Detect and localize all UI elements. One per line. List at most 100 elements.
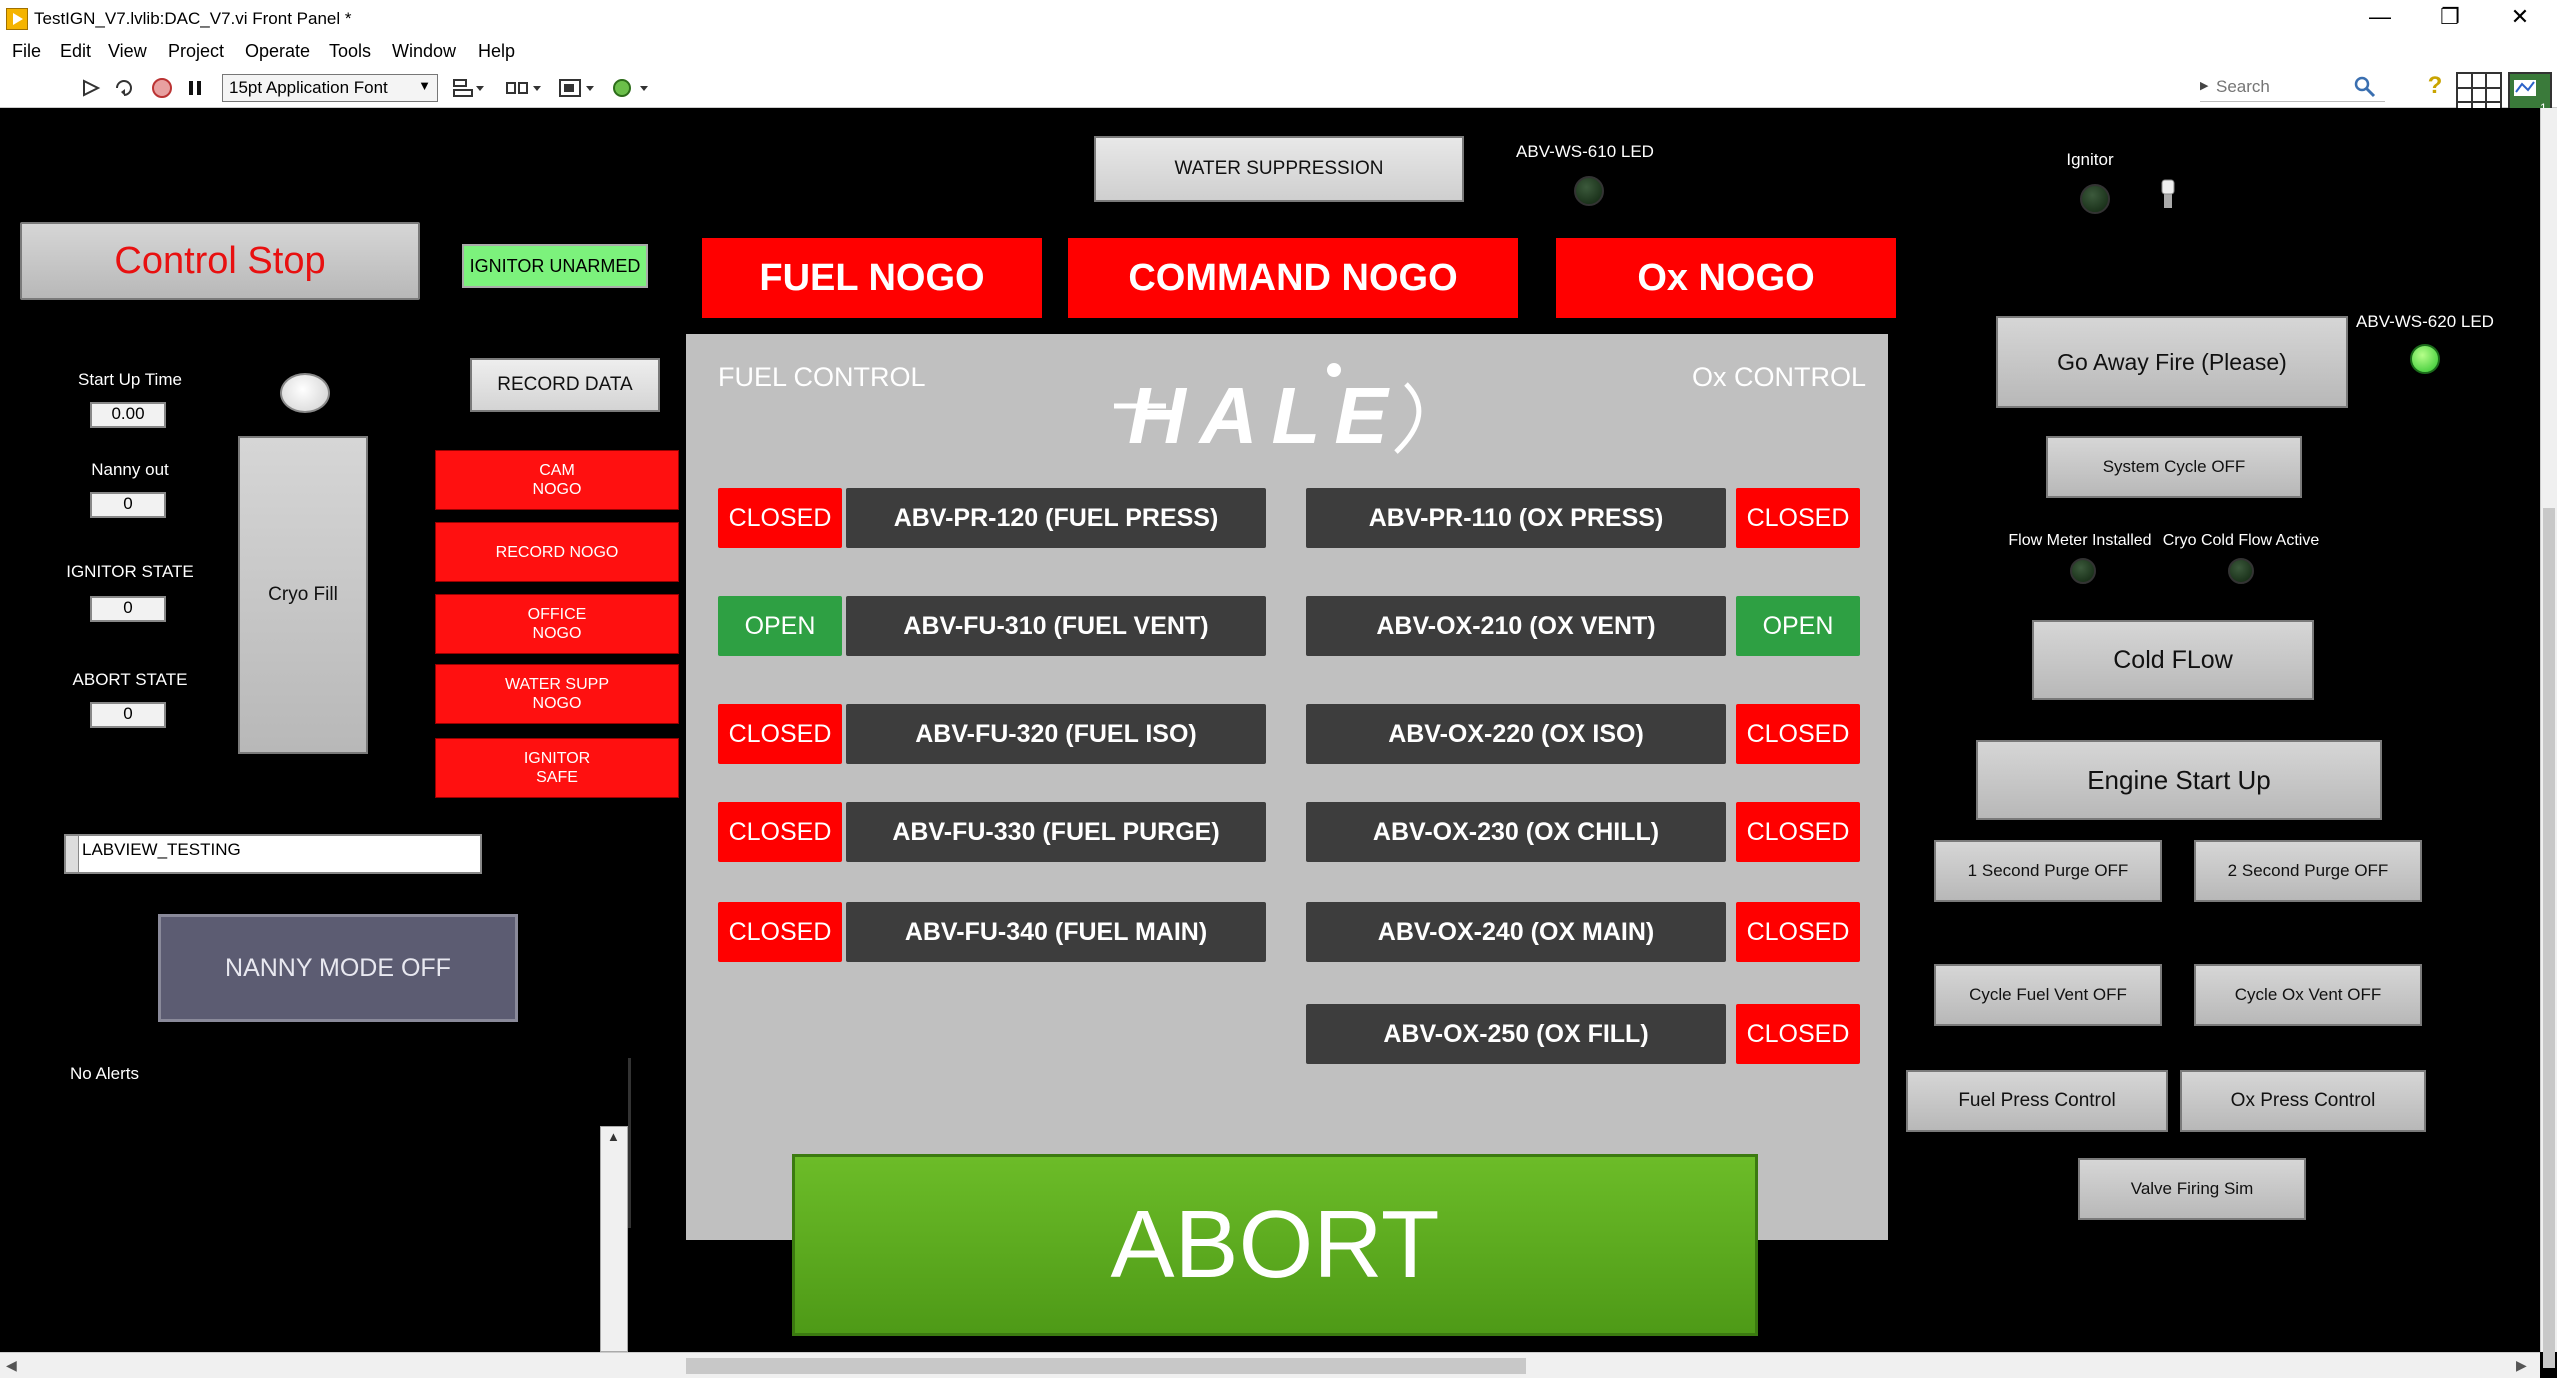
ox-press-valve-button[interactable]: ABV-PR-110 (OX PRESS) xyxy=(1306,488,1726,548)
water-supp-nogo-line1: WATER SUPP xyxy=(504,676,609,693)
restore-button[interactable]: ❐ xyxy=(2425,4,2475,30)
context-help-icon[interactable]: ? xyxy=(2424,72,2446,100)
bottom-scrollbar[interactable]: ◀ ▶ xyxy=(0,1352,2540,1378)
valve-control-panel: FUEL CONTROL Ox CONTROL HALE CLOSED ABV-… xyxy=(686,334,1888,1240)
ignitor-label: Ignitor xyxy=(2066,150,2114,169)
ox-fill-status: CLOSED xyxy=(1736,1004,1860,1064)
fuel-press-status: CLOSED xyxy=(718,488,842,548)
close-button[interactable]: ✕ xyxy=(2495,4,2545,30)
ox-vent-valve-button[interactable]: ABV-OX-210 (OX VENT) xyxy=(1306,596,1726,656)
fuel-iso-valve-button[interactable]: ABV-FU-320 (FUEL ISO) xyxy=(846,704,1266,764)
ox-main-status: CLOSED xyxy=(1736,902,1860,962)
ignitor-state-value[interactable]: 0 xyxy=(90,596,166,622)
menu-file[interactable]: File xyxy=(12,41,41,62)
cam-nogo-indicator: CAM NOGO xyxy=(435,450,679,510)
scroll-up-icon[interactable]: ▲ xyxy=(607,1129,620,1144)
cryo-fill-button[interactable]: Cryo Fill xyxy=(238,436,368,754)
ox-main-valve-button[interactable]: ABV-OX-240 (OX MAIN) xyxy=(1306,902,1726,962)
align-objects-icon[interactable] xyxy=(452,77,486,99)
string-indicator[interactable]: LABVIEW_TESTING xyxy=(64,834,482,874)
ox-chill-valve-button[interactable]: ABV-OX-230 (OX CHILL) xyxy=(1306,802,1726,862)
fuel-purge-valve-button[interactable]: ABV-FU-330 (FUEL PURGE) xyxy=(846,802,1266,862)
menu-view[interactable]: View xyxy=(108,41,147,62)
ox-nogo-indicator: Ox NOGO xyxy=(1556,238,1896,318)
ignitor-toggle-switch[interactable] xyxy=(2158,178,2178,210)
run-continuously-icon[interactable] xyxy=(112,77,138,99)
ox-iso-valve-button[interactable]: ABV-OX-220 (OX ISO) xyxy=(1306,704,1726,764)
ox-fill-valve-button[interactable]: ABV-OX-250 (OX FILL) xyxy=(1306,1004,1726,1064)
search-field[interactable]: ▶ xyxy=(2200,74,2385,102)
menu-help[interactable]: Help xyxy=(478,41,515,62)
fuel-purge-status: CLOSED xyxy=(718,802,842,862)
string-indicator-tag xyxy=(66,836,79,872)
system-cycle-button[interactable]: System Cycle OFF xyxy=(2046,436,2302,498)
pause-icon[interactable] xyxy=(186,78,204,98)
resize-objects-icon[interactable] xyxy=(558,77,596,99)
menu-tools[interactable]: Tools xyxy=(329,41,371,62)
right-scrollbar[interactable] xyxy=(2540,108,2557,1368)
ignitor-unarmed-indicator: IGNITOR UNARMED xyxy=(462,244,648,288)
alerts-text: No Alerts xyxy=(70,1064,139,1083)
run-arrow-icon[interactable] xyxy=(80,77,104,99)
purge-1-second-button[interactable]: 1 Second Purge OFF xyxy=(1934,840,2162,902)
fuel-vent-valve-button[interactable]: ABV-FU-310 (FUEL VENT) xyxy=(846,596,1266,656)
search-input[interactable] xyxy=(2214,76,2343,98)
cold-flow-button[interactable]: Cold FLow xyxy=(2032,620,2314,700)
abort-execution-icon[interactable] xyxy=(152,78,172,98)
startup-time-value[interactable]: 0.00 xyxy=(90,402,166,428)
scroll-right-icon[interactable]: ▶ xyxy=(2516,1357,2527,1374)
front-panel: Control Stop IGNITOR UNARMED RECORD DATA… xyxy=(0,108,2540,1352)
scroll-left-icon[interactable]: ◀ xyxy=(6,1357,17,1374)
cycle-ox-vent-button[interactable]: Cycle Ox Vent OFF xyxy=(2194,964,2422,1026)
ox-chill-status: CLOSED xyxy=(1736,802,1860,862)
flow-meter-led xyxy=(2070,558,2096,584)
cycle-fuel-vent-button[interactable]: Cycle Fuel Vent OFF xyxy=(1934,964,2162,1026)
fuel-press-control-button[interactable]: Fuel Press Control xyxy=(1906,1070,2168,1132)
abort-state-label: ABORT STATE xyxy=(72,670,188,689)
fuel-main-valve-button[interactable]: ABV-FU-340 (FUEL MAIN) xyxy=(846,902,1266,962)
toolbar: 15pt Application Font ▼ ▶ ? 1 xyxy=(0,68,2557,118)
office-nogo-line1: OFFICE xyxy=(527,606,587,623)
abort-button[interactable]: ABORT xyxy=(792,1154,1758,1336)
flow-meter-label: Flow Meter Installed xyxy=(2008,532,2152,549)
ox-vent-status: OPEN xyxy=(1736,596,1860,656)
valve-firing-sim-button[interactable]: Valve Firing Sim xyxy=(2078,1158,2306,1220)
purge-2-second-button[interactable]: 2 Second Purge OFF xyxy=(2194,840,2422,902)
engine-startup-button[interactable]: Engine Start Up xyxy=(1976,740,2382,820)
search-icon[interactable] xyxy=(2353,75,2377,104)
right-scrollbar-thumb[interactable] xyxy=(2543,508,2555,1368)
ignitor-safe-indicator: IGNITOR SAFE xyxy=(435,738,679,798)
ignitor-led xyxy=(2080,184,2110,214)
status-led xyxy=(280,373,330,413)
cam-nogo-line1: CAM xyxy=(539,462,575,479)
vertical-scrollbar[interactable]: ▲ xyxy=(600,1126,628,1352)
bottom-scrollbar-thumb[interactable] xyxy=(686,1358,1526,1374)
chevron-down-icon: ▼ xyxy=(418,78,431,93)
fuel-iso-status: CLOSED xyxy=(718,704,842,764)
menu-window[interactable]: Window xyxy=(392,41,456,62)
menu-operate[interactable]: Operate xyxy=(245,41,310,62)
menu-project[interactable]: Project xyxy=(168,41,224,62)
nanny-out-value[interactable]: 0 xyxy=(90,492,166,518)
cryo-cold-flow-label: Cryo Cold Flow Active xyxy=(2162,532,2320,549)
menu-edit[interactable]: Edit xyxy=(60,41,91,62)
fuel-nogo-indicator: FUEL NOGO xyxy=(702,238,1042,318)
water-supp-nogo-line2: NOGO xyxy=(532,695,582,712)
ws620-led xyxy=(2410,344,2440,374)
ox-iso-status: CLOSED xyxy=(1736,704,1860,764)
control-stop-button[interactable]: Control Stop xyxy=(20,222,420,300)
fuel-control-label: FUEL CONTROL xyxy=(718,362,926,392)
reorder-icon[interactable] xyxy=(612,77,650,99)
fuel-press-valve-button[interactable]: ABV-PR-120 (FUEL PRESS) xyxy=(846,488,1266,548)
water-suppression-button[interactable]: WATER SUPPRESSION xyxy=(1094,136,1464,202)
go-away-fire-button[interactable]: Go Away Fire (Please) xyxy=(1996,316,2348,408)
ox-press-control-button[interactable]: Ox Press Control xyxy=(2180,1070,2426,1132)
abort-state-value[interactable]: 0 xyxy=(90,702,166,728)
ws610-led xyxy=(1574,176,1604,206)
record-data-button[interactable]: RECORD DATA xyxy=(470,358,660,412)
nanny-mode-button[interactable]: NANNY MODE OFF xyxy=(158,914,518,1022)
font-select[interactable]: 15pt Application Font ▼ xyxy=(222,74,438,102)
minimize-button[interactable]: — xyxy=(2355,4,2405,30)
distribute-objects-icon[interactable] xyxy=(505,77,543,99)
hale-logo: HALE xyxy=(1106,354,1446,464)
